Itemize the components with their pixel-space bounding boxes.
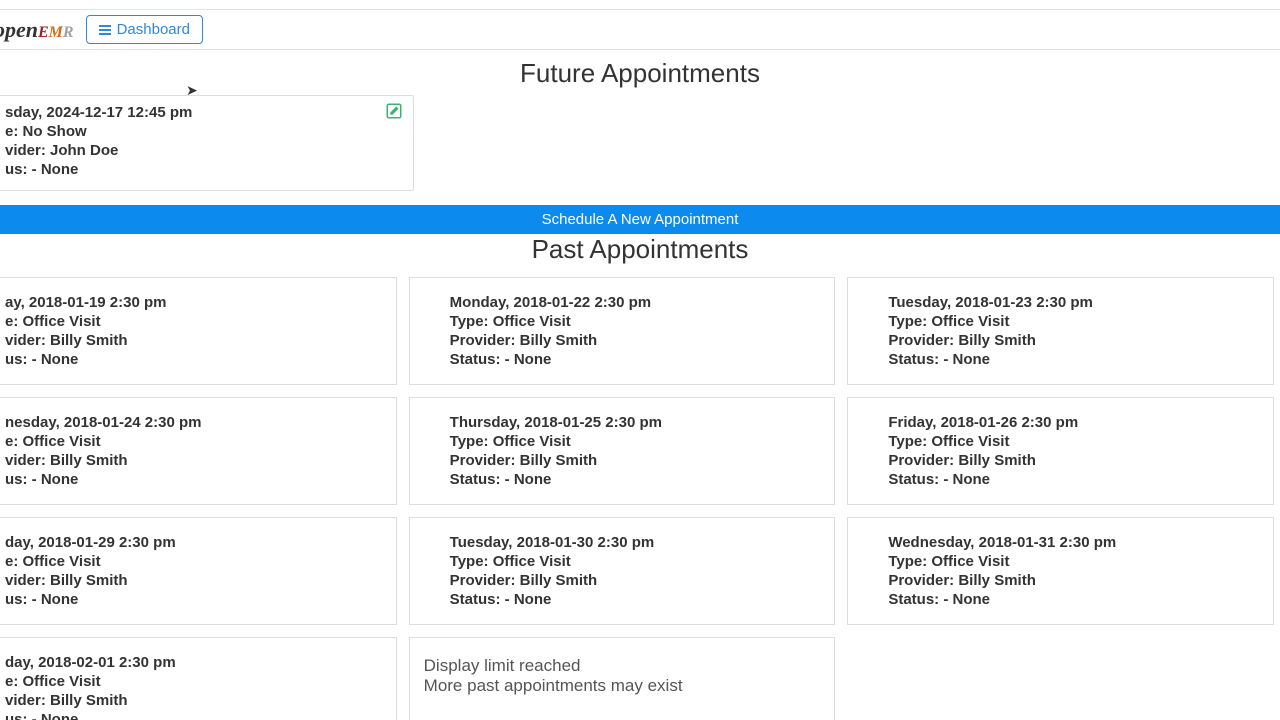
appt-status: Status: - None	[450, 351, 825, 368]
appt-date: Tuesday, 2018-01-30 2:30 pm	[450, 534, 825, 551]
appt-type: Type: Office Visit	[450, 433, 825, 450]
future-appointments-list: sday, 2024-12-17 12:45 pm e: No Show vid…	[0, 95, 1280, 191]
appt-type: e: Office Visit	[5, 673, 386, 690]
appt-type: Type: Office Visit	[888, 553, 1263, 570]
limit-line2: More past appointments may exist	[424, 676, 821, 696]
appt-type: e: No Show	[5, 123, 403, 140]
past-appointment-card[interactable]: Friday, 2018-01-26 2:30 pm Type: Office …	[847, 397, 1274, 505]
appt-type: Type: Office Visit	[888, 433, 1263, 450]
appt-status: us: - None	[5, 591, 386, 608]
appt-provider: Provider: Billy Smith	[888, 452, 1263, 469]
future-appointments-heading: Future Appointments	[0, 58, 1280, 89]
appt-date: Wednesday, 2018-01-31 2:30 pm	[888, 534, 1263, 551]
appt-status: us: - None	[5, 711, 386, 720]
schedule-new-appointment-button[interactable]: Schedule A New Appointment	[0, 205, 1280, 234]
display-limit-card: Display limit reached More past appointm…	[409, 637, 836, 720]
appt-type: Type: Office Visit	[450, 553, 825, 570]
edit-appointment-icon[interactable]	[385, 102, 403, 124]
past-appointment-card[interactable]: Thursday, 2018-01-25 2:30 pm Type: Offic…	[409, 397, 836, 505]
dashboard-label: Dashboard	[117, 21, 190, 38]
past-appointment-card[interactable]: Tuesday, 2018-01-23 2:30 pm Type: Office…	[847, 277, 1274, 385]
appt-type: e: Office Visit	[5, 313, 386, 330]
list-icon	[99, 25, 111, 35]
past-appointments-grid: ay, 2018-01-19 2:30 pm e: Office Visit v…	[0, 271, 1280, 720]
appt-provider: Provider: Billy Smith	[888, 332, 1263, 349]
appt-type: e: Office Visit	[5, 433, 386, 450]
appt-date: ay, 2018-01-19 2:30 pm	[5, 294, 386, 311]
past-appointment-card[interactable]: Wednesday, 2018-01-31 2:30 pm Type: Offi…	[847, 517, 1274, 625]
appt-status: Status: - None	[450, 471, 825, 488]
header-bar: openEMR Dashboard	[0, 10, 1280, 50]
appt-date: day, 2018-01-29 2:30 pm	[5, 534, 386, 551]
past-appointments-heading: Past Appointments	[0, 234, 1280, 265]
past-appointment-card[interactable]: day, 2018-01-29 2:30 pm e: Office Visit …	[0, 517, 397, 625]
appt-status: Status: - None	[888, 471, 1263, 488]
appt-provider: Provider: Billy Smith	[888, 572, 1263, 589]
limit-line1: Display limit reached	[424, 656, 821, 676]
appt-status: us: - None	[5, 471, 386, 488]
appt-date: nesday, 2018-01-24 2:30 pm	[5, 414, 386, 431]
appt-provider: Provider: Billy Smith	[450, 572, 825, 589]
appt-provider: vider: Billy Smith	[5, 572, 386, 589]
appt-date: Monday, 2018-01-22 2:30 pm	[450, 294, 825, 311]
logo-open-text: open	[0, 17, 38, 42]
logo-m: M	[49, 24, 63, 41]
past-appointment-card[interactable]: ay, 2018-01-19 2:30 pm e: Office Visit v…	[0, 277, 397, 385]
logo-e: E	[38, 24, 49, 41]
openemr-logo: openEMR	[0, 17, 74, 43]
appt-status: Status: - None	[888, 351, 1263, 368]
appt-provider: vider: Billy Smith	[5, 452, 386, 469]
top-strip	[0, 0, 1280, 10]
appt-status: us: - None	[5, 351, 386, 368]
past-appointment-card[interactable]: Monday, 2018-01-22 2:30 pm Type: Office …	[409, 277, 836, 385]
appt-provider: Provider: Billy Smith	[450, 332, 825, 349]
appt-status: us: - None	[5, 161, 403, 178]
appt-status: Status: - None	[888, 591, 1263, 608]
appt-date: Tuesday, 2018-01-23 2:30 pm	[888, 294, 1263, 311]
appt-provider: vider: Billy Smith	[5, 332, 386, 349]
appt-date: sday, 2024-12-17 12:45 pm	[5, 104, 403, 121]
logo-r: R	[63, 24, 74, 41]
appt-provider: Provider: Billy Smith	[450, 452, 825, 469]
appt-status: Status: - None	[450, 591, 825, 608]
past-appointment-card[interactable]: Tuesday, 2018-01-30 2:30 pm Type: Office…	[409, 517, 836, 625]
future-appointment-card[interactable]: sday, 2024-12-17 12:45 pm e: No Show vid…	[0, 95, 414, 191]
appt-type: Type: Office Visit	[450, 313, 825, 330]
appt-type: e: Office Visit	[5, 553, 386, 570]
past-appointment-card[interactable]: nesday, 2018-01-24 2:30 pm e: Office Vis…	[0, 397, 397, 505]
appt-date: Thursday, 2018-01-25 2:30 pm	[450, 414, 825, 431]
appt-provider: vider: John Doe	[5, 142, 403, 159]
past-appointment-card[interactable]: day, 2018-02-01 2:30 pm e: Office Visit …	[0, 637, 397, 720]
appt-date: Friday, 2018-01-26 2:30 pm	[888, 414, 1263, 431]
appt-type: Type: Office Visit	[888, 313, 1263, 330]
appt-date: day, 2018-02-01 2:30 pm	[5, 654, 386, 671]
dashboard-button[interactable]: Dashboard	[86, 15, 203, 44]
appt-provider: vider: Billy Smith	[5, 692, 386, 709]
pencil-square-icon	[385, 102, 403, 120]
